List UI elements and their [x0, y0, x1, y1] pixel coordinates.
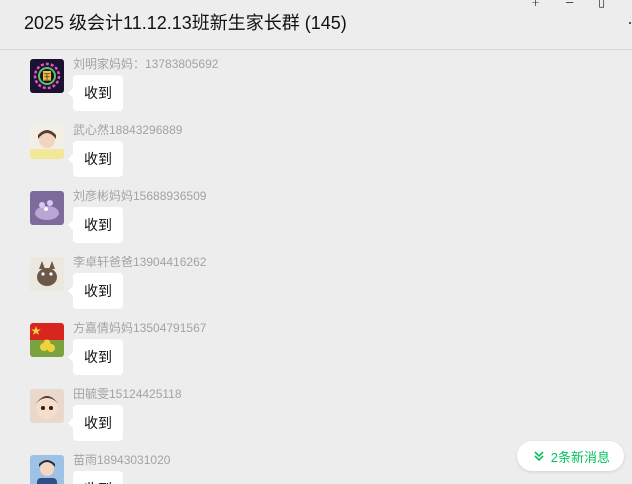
sender-name: 刘明家妈妈：13783805692: [73, 57, 219, 71]
cat-avatar-icon: [30, 257, 64, 291]
minimize-icon[interactable]: –: [566, 0, 573, 9]
girl-avatar-icon: [30, 125, 64, 159]
avatar[interactable]: [30, 191, 64, 225]
message-bubble[interactable]: 收到: [68, 207, 123, 243]
message-bubble[interactable]: 收到: [73, 471, 123, 484]
avatar[interactable]: [30, 455, 64, 484]
message-bubble[interactable]: 收到: [68, 141, 123, 177]
maximize-icon[interactable]: ▯: [598, 0, 605, 10]
more-icon[interactable]: [629, 22, 631, 24]
avatar[interactable]: [30, 389, 64, 423]
avatar[interactable]: [30, 125, 64, 159]
message-bubble[interactable]: 收到: [68, 339, 123, 375]
pin-icon[interactable]: ⍏: [532, 0, 540, 10]
sender-name: 田毓雯15124425118: [73, 387, 182, 401]
cake-avatar-icon: [30, 191, 64, 225]
person-avatar-icon: [30, 455, 64, 484]
title-bar: 2025 级会计11.12.13班新生家长群 (145) ⍏ – ▯: [0, 0, 632, 50]
sender-name: 方嘉倩妈妈13504791567: [73, 321, 207, 335]
avatar[interactable]: [30, 323, 64, 357]
crown-avatar-icon: 王: [30, 59, 64, 93]
sender-name: 苗雨18943031020: [73, 453, 171, 467]
avatar[interactable]: 王: [30, 59, 64, 93]
message-list[interactable]: 王 刘明家妈妈：13783805692 收到 武心然18843296889 收到: [0, 51, 632, 484]
child-avatar-icon: [30, 389, 64, 423]
message-bubble[interactable]: 收到: [68, 273, 123, 309]
message-bubble[interactable]: 收到: [68, 405, 123, 441]
sender-name: 刘彦彬妈妈15688936509: [73, 189, 207, 203]
chat-title: 2025 级会计11.12.13班新生家长群 (145): [24, 13, 347, 33]
svg-text:王: 王: [43, 73, 51, 82]
sender-name: 武心然18843296889: [73, 123, 183, 137]
message-bubble[interactable]: 收到: [68, 75, 123, 111]
flag-flowers-avatar-icon: [30, 323, 64, 357]
new-messages-button[interactable]: 2条新消息: [516, 441, 624, 471]
new-messages-label: 2条新消息: [550, 449, 610, 465]
avatar[interactable]: [30, 257, 64, 291]
double-chevron-down-icon: [534, 451, 544, 462]
sender-name: 李卓轩爸爸13904416262: [73, 255, 207, 269]
